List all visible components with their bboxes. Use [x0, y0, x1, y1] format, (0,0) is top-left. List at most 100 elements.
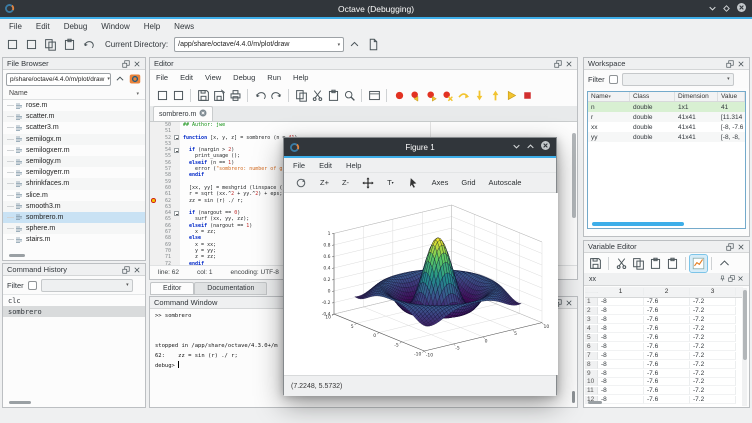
file-row[interactable]: rose.m	[3, 100, 145, 111]
zoom-out-button[interactable]: Z-	[336, 176, 355, 189]
menu-item-news[interactable]: News	[167, 21, 201, 32]
undo-icon[interactable]	[80, 36, 97, 53]
menu-item-window[interactable]: Window	[94, 21, 136, 32]
variable-cell[interactable]: -7.6	[644, 316, 690, 324]
filter-combobox[interactable]: ▾	[41, 279, 133, 292]
close-panel-icon[interactable]	[133, 60, 141, 68]
variable-cell[interactable]: -8	[598, 378, 644, 386]
paste-icon[interactable]	[647, 255, 664, 272]
file-row[interactable]: semilogx.m	[3, 134, 145, 145]
find-icon[interactable]	[341, 87, 357, 103]
minimize-button[interactable]	[708, 0, 717, 18]
variable-cell[interactable]: -7.6	[644, 396, 690, 404]
float-panel-icon[interactable]	[122, 60, 130, 68]
variable-column-3[interactable]: 3	[690, 288, 736, 296]
variable-table-header[interactable]: 123	[585, 287, 743, 298]
editor-menu-item-edit[interactable]: Edit	[174, 72, 199, 83]
variable-row[interactable]: 2-8-7.6-7.2	[585, 307, 743, 316]
dock-tab-documentation[interactable]: Documentation	[194, 282, 267, 295]
file-row[interactable]: shrinkfaces.m	[3, 178, 145, 189]
figure-titlebar[interactable]: Figure 1	[284, 138, 556, 156]
file-row[interactable]: semilogyerr.m	[3, 167, 145, 178]
editor-menu-item-run[interactable]: Run	[261, 72, 287, 83]
variable-cell[interactable]: -8	[598, 396, 644, 404]
file-row[interactable]: semilogxerr.m	[3, 145, 145, 156]
remove-breakpoints-icon[interactable]	[439, 87, 455, 103]
close-tab-icon[interactable]	[199, 109, 207, 119]
close-panel-icon[interactable]	[737, 60, 745, 68]
open-icon[interactable]	[23, 36, 40, 53]
workspace-column-name[interactable]: Name ▾	[588, 92, 630, 101]
cut-icon[interactable]	[309, 87, 325, 103]
editor-menu-item-file[interactable]: File	[150, 72, 174, 83]
variable-cell[interactable]: -7.6	[644, 334, 690, 342]
variable-cell[interactable]: -7.6	[644, 343, 690, 351]
save-as-icon[interactable]	[211, 87, 227, 103]
zoom-in-button[interactable]: Z+	[314, 176, 335, 189]
variable-editor-table[interactable]: 123 1-8-7.6-7.22-8-7.6-7.23-8-7.6-7.24-8…	[585, 287, 743, 407]
float-panel-icon[interactable]	[728, 275, 735, 284]
close-button[interactable]	[540, 138, 551, 156]
fold-collapse-icon[interactable]	[174, 148, 179, 153]
variable-column-2[interactable]: 2	[644, 288, 690, 296]
grid-button[interactable]: Grid	[455, 176, 481, 189]
window-titlebar[interactable]: Octave (Debugging)	[0, 0, 752, 17]
current-directory-combobox[interactable]: /app/share/octave/4.4.0/m/plot/draw ▾	[174, 37, 344, 52]
menu-item-debug[interactable]: Debug	[57, 21, 95, 32]
float-panel-icon[interactable]	[726, 60, 734, 68]
step-icon[interactable]	[455, 87, 471, 103]
file-browser-titlebar[interactable]: File Browser	[3, 58, 145, 70]
close-button[interactable]	[736, 0, 747, 18]
variable-cell[interactable]: -8	[598, 361, 644, 369]
variable-cell[interactable]: -7.2	[690, 298, 736, 306]
variable-tab-xx[interactable]: xx	[584, 273, 749, 286]
variable-row[interactable]: 6-8-7.6-7.2	[585, 342, 743, 351]
previous-breakpoint-icon[interactable]	[407, 87, 423, 103]
float-panel-icon[interactable]	[554, 60, 562, 68]
file-row[interactable]: smooth3.m	[3, 201, 145, 212]
workspace-table[interactable]: Name ▾ClassDimensionValue ndouble1x141rd…	[587, 91, 746, 229]
minimize-button[interactable]	[512, 138, 521, 156]
filter-combobox[interactable]: ▾	[622, 73, 734, 86]
close-panel-icon[interactable]	[565, 299, 573, 307]
variable-cell[interactable]: -7.6	[644, 361, 690, 369]
variable-cell[interactable]: -7.6	[644, 387, 690, 395]
rotate-tool-icon[interactable]	[289, 175, 313, 191]
switch-window-icon[interactable]	[366, 87, 382, 103]
close-panel-icon[interactable]	[737, 243, 745, 251]
variable-cell[interactable]: -7.6	[644, 352, 690, 360]
breakpoint-icon[interactable]	[151, 198, 156, 203]
collapse-icon[interactable]	[716, 255, 733, 272]
figure-menu-item-edit[interactable]: Edit	[312, 160, 339, 171]
variable-editor-hscroll-thumb[interactable]	[588, 401, 602, 404]
pointer-tool-icon[interactable]	[401, 175, 425, 191]
file-browser-name-header[interactable]: Name ▾	[3, 88, 145, 100]
variable-cell[interactable]: -7.2	[690, 387, 736, 395]
variable-row[interactable]: 1-8-7.6-7.2	[585, 298, 743, 307]
close-icon[interactable]	[737, 275, 744, 284]
horizontal-scrollbar[interactable]	[9, 401, 31, 404]
figure-window[interactable]: Figure 1 FileEditHelp Z+Z-T▾AxesGridAuto…	[283, 137, 557, 395]
variable-cell[interactable]: -8	[598, 307, 644, 315]
variable-row[interactable]: 4-8-7.6-7.2	[585, 325, 743, 334]
variable-cell[interactable]: -8	[598, 370, 644, 378]
variable-row[interactable]: 8-8-7.6-7.2	[585, 360, 743, 369]
variable-cell[interactable]: -7.6	[644, 307, 690, 315]
file-row[interactable]: slice.m	[3, 190, 145, 201]
variable-editor-vscroll-thumb[interactable]	[743, 290, 747, 360]
maximize-button[interactable]	[722, 0, 731, 18]
variable-row[interactable]: 3-8-7.6-7.2	[585, 316, 743, 325]
variable-row[interactable]: 9-8-7.6-7.2	[585, 369, 743, 378]
variable-cell[interactable]: -8	[598, 325, 644, 333]
copy-icon[interactable]	[42, 36, 59, 53]
variable-cell[interactable]: -8	[598, 334, 644, 342]
variable-cell[interactable]: -7.2	[690, 370, 736, 378]
command-window-scrollbar[interactable]	[572, 391, 575, 403]
close-panel-icon[interactable]	[133, 266, 141, 274]
variable-editor-vscroll-track[interactable]	[742, 288, 747, 406]
step-in-icon[interactable]	[471, 87, 487, 103]
variable-row[interactable]: 5-8-7.6-7.2	[585, 334, 743, 343]
save-icon[interactable]	[195, 87, 211, 103]
pin-icon[interactable]	[719, 275, 726, 284]
filter-checkbox[interactable]	[28, 281, 37, 290]
